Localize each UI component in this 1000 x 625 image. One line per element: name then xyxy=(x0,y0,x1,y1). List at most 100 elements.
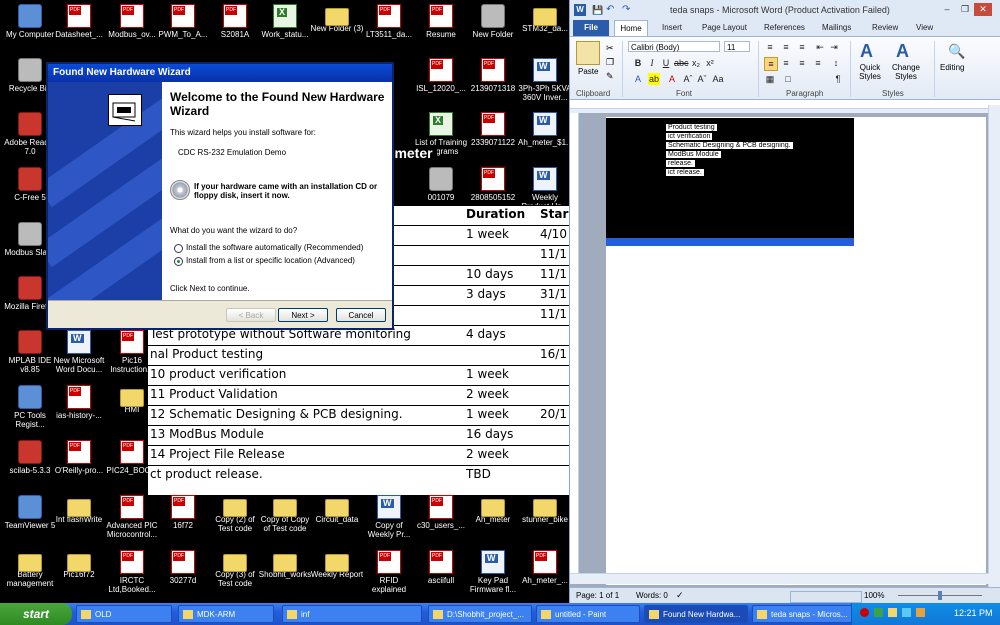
increase-indent-icon[interactable]: ⇥ xyxy=(828,41,840,53)
desktop-icon-16f72[interactable]: 16f72 xyxy=(156,495,210,530)
page-count[interactable]: Page: 1 of 1 xyxy=(576,591,619,600)
italic-icon[interactable]: I xyxy=(646,57,658,69)
desktop-icon-battery-mgmt[interactable]: Battery management xyxy=(3,550,57,588)
align-center-icon[interactable]: ≡ xyxy=(780,57,792,69)
restore-icon[interactable]: ❐ xyxy=(956,3,974,16)
desktop-icon-ah-meter-2[interactable]: Ah_meter xyxy=(466,495,520,524)
tab-view[interactable]: View xyxy=(916,23,933,32)
editing-icon[interactable]: 🔍 xyxy=(948,43,965,60)
line-spacing-icon[interactable]: ↕ xyxy=(830,57,842,69)
taskbar-button-label[interactable]: inf xyxy=(301,610,309,619)
format-painter-icon[interactable]: ✎ xyxy=(606,71,614,82)
minimize-icon[interactable]: – xyxy=(938,3,956,16)
desktop-icon-resume[interactable]: Resume xyxy=(414,4,468,39)
tray-volume-icon[interactable] xyxy=(888,608,897,617)
font-name-box[interactable]: Calibri (Body) xyxy=(628,41,720,52)
tab-page-layout[interactable]: Page Layout xyxy=(702,23,747,32)
quick-styles-label[interactable]: Quick Styles xyxy=(854,63,886,81)
install-advanced-label[interactable]: Install from a list or specific location… xyxy=(186,256,355,265)
bullets-icon[interactable]: ≡ xyxy=(764,41,776,53)
desktop-icon-new-folder-3[interactable]: New Folder (3) xyxy=(310,4,364,33)
taskbar-button[interactable]: OLD xyxy=(76,605,172,623)
redo-icon[interactable]: ↷ xyxy=(622,4,630,15)
desktop-icon-shobhit-works[interactable]: Shobhit_works xyxy=(258,550,312,579)
desktop-icon-asciifull[interactable]: asciifull xyxy=(414,550,468,585)
install-auto-radio[interactable] xyxy=(174,244,183,253)
editing-label[interactable]: Editing xyxy=(940,63,964,72)
found-new-hardware-wizard[interactable]: Found New Hardware Wizard Welcome to the… xyxy=(46,62,394,330)
change-styles-label[interactable]: Change Styles xyxy=(888,63,924,81)
view-buttons[interactable] xyxy=(790,591,862,603)
desktop-icon-2339071122[interactable]: 2339071122 xyxy=(466,112,520,147)
taskbar-button-label[interactable]: Found New Hardwa... xyxy=(663,610,740,619)
word-window[interactable]: W 💾 ↶ ↷ teda snaps - Microsoft Word (Pro… xyxy=(569,0,1000,604)
desktop-icon-scilab[interactable]: scilab-5.3.3 xyxy=(3,440,57,475)
borders-icon[interactable]: □ xyxy=(782,73,794,85)
justify-icon[interactable]: ≡ xyxy=(812,57,824,69)
taskbar-button[interactable]: inf xyxy=(282,605,422,623)
desktop-icon-lt3511[interactable]: LT3511_da... xyxy=(362,4,416,39)
desktop-icon-mplab[interactable]: MPLAB IDE v8.85 xyxy=(3,330,57,374)
desktop-icon-int-flashwrite[interactable]: Int flashWrite xyxy=(52,495,106,524)
change-styles-icon[interactable]: A xyxy=(896,41,909,62)
pasted-screenshot[interactable]: Product testing ict verification Schematic… xyxy=(606,118,854,246)
desktop-icon-pic16f72[interactable]: Pic16f72 xyxy=(52,550,106,579)
strikethrough-icon[interactable]: abc xyxy=(674,57,689,69)
desktop-icon-2139071318[interactable]: 2139071318 xyxy=(466,58,520,93)
taskbar-button-label[interactable]: untitled - Paint xyxy=(555,610,606,619)
desktop-icon-001079[interactable]: 001079 xyxy=(414,167,468,202)
cut-icon[interactable]: ✂ xyxy=(606,43,614,54)
desktop-icon-stm32[interactable]: STM32_da... xyxy=(518,4,570,33)
desktop-icon-work-status[interactable]: Work_statu... xyxy=(258,4,312,39)
tab-review[interactable]: Review xyxy=(872,23,898,32)
multilevel-list-icon[interactable]: ≡ xyxy=(796,41,808,53)
clock[interactable]: 12:21 PM xyxy=(954,608,993,618)
vertical-scrollbar[interactable] xyxy=(988,105,1000,587)
change-case-icon[interactable]: Aa xyxy=(712,73,724,85)
tab-file[interactable]: File xyxy=(573,20,609,36)
start-button[interactable]: start xyxy=(0,603,72,625)
install-advanced-radio[interactable] xyxy=(174,257,183,266)
desktop-icon-copy-weekly-pr[interactable]: Copy of Weekly Pr... xyxy=(362,495,416,539)
horizontal-scrollbar[interactable] xyxy=(570,573,989,584)
tray-network-icon[interactable] xyxy=(874,608,883,617)
desktop-icon-copy-copy-test[interactable]: Copy of Copy of Test code xyxy=(258,495,312,533)
desktop-icon-30277d[interactable]: 30277d xyxy=(156,550,210,585)
highlight-icon[interactable]: ab xyxy=(648,73,660,85)
desktop-icon-datasheet[interactable]: Datasheet_... xyxy=(52,4,106,39)
taskbar-button[interactable]: D:\Shobhit_project_... xyxy=(428,605,532,623)
desktop-icon-isl12020[interactable]: ISL_12020_... xyxy=(414,58,468,93)
grow-font-icon[interactable]: Aˆ xyxy=(682,73,694,85)
superscript-icon[interactable]: x² xyxy=(704,57,716,69)
copy-icon[interactable]: ❐ xyxy=(606,57,614,68)
tray-teamviewer-icon[interactable] xyxy=(902,608,911,617)
taskbar-button[interactable]: teda snaps - Micros... xyxy=(752,605,852,623)
desktop-icon-keypad-fw[interactable]: Key Pad Firmware fl... xyxy=(466,550,520,594)
taskbar-button[interactable]: Found New Hardwa... xyxy=(644,605,748,623)
desktop-icon-irctc[interactable]: IRCTC Ltd,Booked... xyxy=(105,550,159,594)
desktop-icon-my-computer[interactable]: My Computer xyxy=(3,4,57,39)
back-button[interactable]: < Back xyxy=(226,308,276,322)
desktop-icon-s2081a[interactable]: S2081A xyxy=(208,4,262,39)
install-auto-label[interactable]: Install the software automatically (Reco… xyxy=(186,243,363,252)
desktop-icon-rfid-explained[interactable]: RFID explained xyxy=(362,550,416,594)
desktop-icon-ias-history[interactable]: ias-history-... xyxy=(52,385,106,420)
tab-references[interactable]: References xyxy=(764,23,805,32)
desktop-icon-stunner-bike[interactable]: stunner_bike xyxy=(518,495,570,524)
desktop-icon-teamviewer[interactable]: TeamViewer 5 xyxy=(3,495,57,530)
taskbar-button[interactable]: MDK-ARM xyxy=(178,605,274,623)
proofing-icon[interactable]: ✓ xyxy=(676,590,684,601)
tab-insert[interactable]: Insert xyxy=(662,23,682,32)
desktop-icon-pc-tools[interactable]: PC Tools Regist... xyxy=(3,385,57,429)
numbering-icon[interactable]: ≡ xyxy=(780,41,792,53)
align-left-icon[interactable]: ≡ xyxy=(764,57,778,71)
zoom-slider-thumb[interactable] xyxy=(938,591,942,600)
start-label[interactable]: start xyxy=(23,607,49,621)
shrink-font-icon[interactable]: Aˇ xyxy=(696,73,708,85)
decrease-indent-icon[interactable]: ⇤ xyxy=(814,41,826,53)
desktop-icon-2808505152[interactable]: 2808505152 xyxy=(466,167,520,202)
underline-icon[interactable]: U xyxy=(660,57,672,69)
desktop-icon-new-folder[interactable]: New Folder xyxy=(466,4,520,39)
desktop-icon-oreilly[interactable]: O'Reilly-pro... xyxy=(52,440,106,475)
desktop-icon-advanced-pic[interactable]: Advanced PIC Microcontrol... xyxy=(105,495,159,539)
